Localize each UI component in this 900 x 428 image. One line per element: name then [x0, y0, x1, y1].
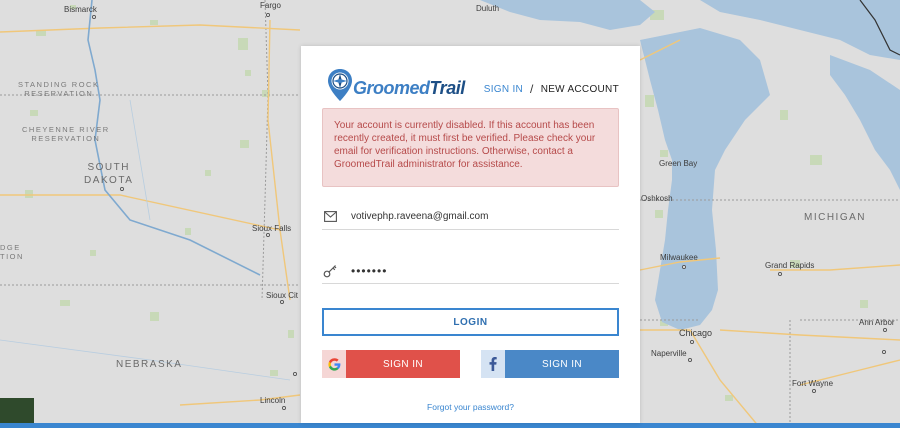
map-marker [812, 389, 816, 393]
facebook-sign-in-label: SIGN IN [541, 358, 583, 370]
map-state-michigan: MICHIGAN [804, 212, 866, 223]
forgot-password-link[interactable]: Forgot your password? [301, 402, 640, 412]
google-icon [322, 350, 346, 378]
nav-separator: / [530, 82, 534, 96]
facebook-sign-in-button[interactable]: SIGN IN [481, 350, 619, 378]
map-state-nebraska: NEBRASKA [116, 359, 183, 370]
map-marker [120, 187, 124, 191]
email-input[interactable] [351, 211, 601, 222]
map-city-fargo: Fargo [260, 1, 281, 10]
alert-message: Your account is currently disabled. If t… [334, 120, 596, 170]
map-city-naperville: Naperville [651, 349, 687, 358]
map-marker [92, 15, 96, 19]
map-marker [293, 372, 297, 376]
map-city-duluth: Duluth [476, 4, 500, 13]
envelope-icon [323, 210, 337, 224]
key-icon [323, 264, 337, 278]
google-sign-in-label: SIGN IN [382, 358, 424, 370]
map-city-chicago: Chicago [679, 328, 713, 338]
password-field [322, 258, 619, 284]
bottom-bar [0, 423, 900, 428]
map-marker [778, 272, 782, 276]
map-city-sioux-city: Sioux Cit [266, 291, 299, 300]
map-city-lincoln: Lincoln [260, 396, 286, 405]
map-marker [282, 406, 286, 410]
google-sign-in-button[interactable]: SIGN IN [322, 350, 460, 378]
map-city-milwaukee: Milwaukee [660, 253, 698, 262]
map-pin-icon [327, 68, 353, 102]
map-city-oshkosh: Oshkosh [641, 194, 673, 203]
map-reservation-partial: DGE TION [0, 243, 24, 261]
map-state-south-dakota: SOUTH DAKOTA [84, 162, 134, 186]
map-thumbnail[interactable] [0, 398, 34, 423]
login-panel: GroomedTrail SIGN IN / NEW ACCOUNT Your … [301, 46, 640, 423]
map-marker [682, 265, 686, 269]
map-reservation-standing-rock: STANDING ROCK RESERVATION [18, 80, 100, 98]
map-marker [882, 350, 886, 354]
map-city-bismarck: Bismarck [64, 5, 97, 14]
auth-nav: SIGN IN / NEW ACCOUNT [484, 82, 619, 96]
map-city-green-bay: Green Bay [659, 159, 698, 168]
map-marker [883, 328, 887, 332]
map-marker [688, 358, 692, 362]
map-city-grand-rapids: Grand Rapids [765, 261, 815, 270]
map-marker [266, 13, 270, 17]
map-reservation-cheyenne-river: CHEYENNE RIVER RESERVATION [22, 125, 110, 143]
map-city-ann-arbor: Ann Arbor [859, 318, 895, 327]
logo-wordmark: GroomedTrail [353, 78, 465, 99]
account-disabled-alert: Your account is currently disabled. If t… [322, 108, 619, 187]
sign-in-link[interactable]: SIGN IN [484, 84, 523, 95]
map-marker [280, 300, 284, 304]
map-city-fort-wayne: Fort Wayne [792, 379, 834, 388]
logo-text-groomed: Groomed [353, 77, 430, 98]
new-account-link[interactable]: NEW ACCOUNT [541, 84, 619, 95]
groomedtrail-logo[interactable]: GroomedTrail [327, 68, 465, 102]
login-button[interactable]: LOGIN [322, 308, 619, 336]
password-input[interactable] [351, 263, 601, 278]
map-marker [266, 233, 270, 237]
map-city-sioux-falls: Sioux Falls [252, 224, 292, 233]
facebook-icon [481, 350, 505, 378]
map-marker [690, 340, 694, 344]
email-field [322, 204, 619, 230]
logo-text-trail: Trail [429, 77, 466, 98]
